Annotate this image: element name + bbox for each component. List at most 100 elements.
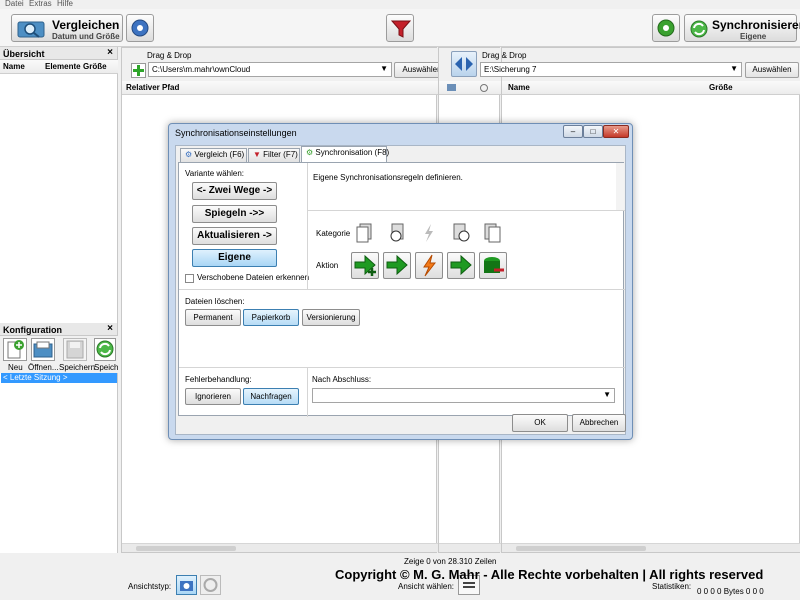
variant-two-way-button[interactable]: <- Zwei Wege -> <box>192 182 277 200</box>
right-path-dropdown-icon[interactable]: ▼ <box>730 64 738 73</box>
after-sync-select[interactable]: ▼ <box>312 388 615 403</box>
stats-label: Statistiken: <box>652 582 692 591</box>
swap-arrows-icon <box>455 57 473 71</box>
main-toolbar: Vergleichen Datum und Größe Synchronisie… <box>0 9 800 47</box>
config-save-as-button[interactable] <box>94 338 116 361</box>
sync-settings-button[interactable] <box>652 14 680 42</box>
action-overwrite-right-button[interactable] <box>383 252 411 279</box>
overview-col-elements[interactable]: Elemente <box>45 62 81 71</box>
compare-subtitle: Datum und Größe <box>52 32 120 41</box>
error-ignore-button[interactable]: Ignorieren <box>185 388 241 405</box>
config-header: Konfiguration × <box>0 323 117 336</box>
view-type-label: Ansichtstyp: <box>128 582 172 591</box>
tab-compare-label: Vergleich (F6) <box>194 150 245 159</box>
left-path-dropdown-icon[interactable]: ▼ <box>380 64 388 73</box>
deletion-separator <box>179 289 625 290</box>
dialog-minimize-button[interactable]: ‒ <box>563 125 583 138</box>
right-scrollbar[interactable] <box>502 543 800 552</box>
add-folder-pair-button[interactable] <box>131 63 146 78</box>
error-ask-button[interactable]: Nachfragen <box>243 388 299 405</box>
menu-hilfe[interactable]: Hilfe <box>57 0 73 8</box>
config-save-label: Speichern <box>59 363 96 372</box>
menu-extras[interactable]: Extras <box>29 0 52 8</box>
action-overwrite-right-2-button[interactable] <box>447 252 475 279</box>
sync-subtitle: Eigene <box>740 32 767 41</box>
action-delete-right-button[interactable] <box>479 252 507 279</box>
view-category-button[interactable] <box>176 575 197 595</box>
config-open-label: Öffnen... <box>28 363 59 372</box>
stats-values: 0 0 0 0 Bytes 0 0 0 <box>697 587 764 596</box>
tab-filter-funnel-icon: ▼ <box>253 150 261 159</box>
left-path-bar: Drag & Drop C:\Users\m.mahr\ownCloud ▼ A… <box>122 48 450 81</box>
right-path-value: E:\Sicherung 7 <box>484 65 537 74</box>
green-arrow-icon <box>450 254 472 276</box>
synchronize-button[interactable]: Synchronisieren Eigene <box>684 14 800 42</box>
tab-compare-gear-icon: ⚙ <box>185 150 193 159</box>
config-saveas-label: Speich <box>94 363 119 372</box>
dialog-close-button[interactable]: ✕ <box>603 125 629 138</box>
right-col-size[interactable]: Größe <box>709 83 733 92</box>
category-icon[interactable] <box>447 84 457 92</box>
delete-recycle-bin-button[interactable]: Papierkorb <box>243 309 299 326</box>
left-newer-icon <box>390 223 404 242</box>
tab-filter[interactable]: ▼ Filter (F7) <box>248 148 300 162</box>
middle-scrollbar[interactable] <box>439 543 501 552</box>
green-arrow-plus-icon <box>354 254 376 276</box>
variant-mirror-button[interactable]: Spiegeln ->> <box>192 205 277 223</box>
right-col-name[interactable]: Name <box>508 83 530 92</box>
funnel-icon <box>391 20 411 38</box>
action-create-right-button[interactable] <box>351 252 379 279</box>
menu-datei[interactable]: Datei <box>5 0 24 8</box>
moved-files-checkbox[interactable] <box>185 274 194 283</box>
delete-versioning-button[interactable]: Versionierung <box>302 309 360 326</box>
sync-arrows-icon <box>690 20 708 38</box>
filter-button[interactable] <box>386 14 414 42</box>
overview-column-headers: Name Elemente Größe <box>0 60 118 74</box>
dialog-cancel-button[interactable]: Abbrechen <box>572 414 626 432</box>
conflict-icon <box>425 224 433 242</box>
after-sync-dropdown-icon[interactable]: ▼ <box>603 390 611 399</box>
status-bar: Zeige 0 von 28.310 Zeilen Ansichtstyp: A… <box>0 553 800 600</box>
tab-synchronization[interactable]: ⚙ Synchronisation (F8) <box>301 146 389 163</box>
copyright-watermark: Copyright © M. G. Mahr - Alle Rechte vor… <box>335 567 764 582</box>
config-new-button[interactable] <box>3 338 27 361</box>
action-conflict-button[interactable] <box>415 252 443 279</box>
green-gear-icon <box>657 19 675 37</box>
compare-button[interactable]: Vergleichen Datum und Größe <box>11 14 123 42</box>
gear-icon <box>131 19 149 37</box>
config-toolbar: Neu Öffnen... Speichern Speich <box>0 336 118 373</box>
delete-permanent-button[interactable]: Permanent <box>185 309 241 326</box>
action-icon[interactable] <box>479 84 489 92</box>
config-last-session[interactable]: < Letzte Sitzung > <box>1 373 117 383</box>
variant-custom-button[interactable]: Eigene <box>192 249 277 267</box>
dialog-ok-button[interactable]: OK <box>512 414 568 432</box>
overview-panel: Übersicht × Name Elemente Größe <box>0 47 118 323</box>
dialog-title: Synchronisationseinstellungen <box>175 128 297 138</box>
tab-filter-label: Filter (F7) <box>263 150 298 159</box>
compare-settings-button[interactable] <box>126 14 154 42</box>
view-action-button[interactable] <box>200 575 221 595</box>
right-path-input[interactable]: E:\Sicherung 7 ▼ <box>480 62 742 77</box>
tab-compare[interactable]: ⚙ Vergleich (F6) <box>180 148 247 162</box>
config-open-button[interactable] <box>31 338 55 361</box>
overview-col-size[interactable]: Größe <box>83 62 107 71</box>
config-panel: Konfiguration × Neu Öffnen... Speichern … <box>0 323 118 553</box>
error-label: Fehlerbehandlung: <box>185 375 252 384</box>
left-scrollbar[interactable] <box>122 543 438 552</box>
new-file-icon <box>7 340 24 359</box>
description-scrollbar[interactable] <box>616 163 624 210</box>
overview-col-name[interactable]: Name <box>3 62 25 71</box>
dialog-maximize-button[interactable]: □ <box>583 125 603 138</box>
config-save-button[interactable] <box>63 338 87 361</box>
left-col-relative-path[interactable]: Relativer Pfad <box>122 81 438 95</box>
left-only-file-icon <box>356 223 372 243</box>
overview-title: Übersicht <box>3 49 45 59</box>
left-path-input[interactable]: C:\Users\m.mahr\ownCloud ▼ <box>148 62 392 77</box>
variant-label: Variante wählen: <box>185 169 244 178</box>
swap-sides-button[interactable] <box>451 51 477 77</box>
green-plus-icon <box>133 65 144 76</box>
config-close-icon[interactable]: × <box>107 323 113 334</box>
right-browse-button[interactable]: Auswählen <box>745 62 799 78</box>
variant-update-button[interactable]: Aktualisieren -> <box>192 227 277 245</box>
overview-close-icon[interactable]: × <box>107 47 113 58</box>
